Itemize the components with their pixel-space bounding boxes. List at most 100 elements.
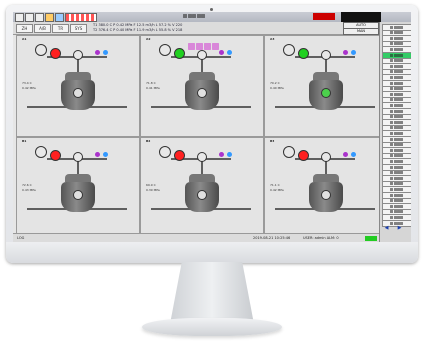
cjk-glyph [400,53,404,57]
valve-icon[interactable] [288,192,295,197]
cjk-glyph [390,109,394,113]
valve-icon[interactable] [30,176,37,181]
cjk-glyph [400,47,404,51]
valve-icon[interactable] [278,176,285,181]
valve-icon[interactable] [47,224,54,229]
cjk-glyph [390,36,394,40]
valve-icon[interactable] [35,184,42,189]
fan-icon[interactable] [73,152,83,162]
toolbar-button-3[interactable]: TR [52,24,69,33]
valve-icon[interactable] [171,122,178,127]
palette-icon[interactable] [45,13,54,22]
mode-button-manual[interactable]: MAN [343,28,379,35]
valve-icon[interactable] [154,176,161,181]
valve-icon[interactable] [295,224,302,229]
valve-icon[interactable] [231,82,238,87]
valve-icon[interactable] [223,122,230,127]
valve-icon[interactable] [231,184,238,189]
print-icon[interactable] [35,13,44,22]
valve-icon[interactable] [273,168,280,173]
vessel-cap [65,72,91,80]
valve-icon[interactable] [47,122,54,127]
valve-icon[interactable] [35,82,42,87]
cjk-glyph [390,103,394,107]
vessel-cap [189,72,215,80]
fan-icon[interactable] [73,50,83,60]
panel-id: A2 [146,37,151,41]
cjk-glyph [390,154,394,158]
fan-icon[interactable] [321,50,331,60]
valve-icon[interactable] [107,194,114,199]
valve-icon[interactable] [347,224,354,229]
cjk-glyph [400,193,404,197]
status-lamp [50,48,61,59]
fan-icon[interactable] [283,44,295,56]
toolbar-button-4[interactable]: SYS [70,24,87,33]
toolbar-button-1[interactable]: ZH [16,24,33,33]
status-dot [103,152,108,157]
valve-icon[interactable] [40,192,47,197]
cjk-glyph [400,92,404,96]
valve-icon[interactable] [164,90,171,95]
vessel-panel: A2 71.8 C 0.41 MPa [140,35,264,137]
valve-icon[interactable] [278,74,285,79]
fan-icon[interactable] [197,50,207,60]
valve-icon[interactable] [107,82,114,87]
cjk-glyph [390,53,394,57]
valve-icon[interactable] [283,184,290,189]
valve-icon[interactable] [99,224,106,229]
temperature-value: 72.6 C [22,183,32,187]
valve-icon[interactable] [355,184,362,189]
vessel-status-lamp [73,190,83,200]
status-dot [343,50,348,55]
valve-icon[interactable] [231,194,238,199]
fan-icon[interactable] [321,152,331,162]
chart-icon[interactable] [55,13,64,22]
fan-icon[interactable] [159,44,171,56]
save-icon[interactable] [25,13,34,22]
cjk-glyph [390,176,394,180]
toolbar-button-2[interactable]: A/B [34,24,51,33]
fan-icon[interactable] [197,152,207,162]
cjk-glyph [390,137,394,141]
valve-icon[interactable] [25,168,32,173]
valve-icon[interactable] [154,74,161,79]
valve-icon[interactable] [149,168,156,173]
fan-icon[interactable] [35,146,47,158]
fan-icon[interactable] [159,146,171,158]
valve-icon[interactable] [347,122,354,127]
valve-icon[interactable] [164,192,171,197]
valve-icon[interactable] [231,92,238,97]
fan-icon[interactable] [283,146,295,158]
vessel-panel: A1 73.4 C 0.42 MPa [16,35,140,137]
valve-icon[interactable] [107,92,114,97]
valve-icon[interactable] [295,122,302,127]
valve-icon[interactable] [355,194,362,199]
panel-id: A3 [270,37,275,41]
valve-icon[interactable] [223,224,230,229]
valve-icon[interactable] [288,90,295,95]
valve-icon[interactable] [283,82,290,87]
valve-icon[interactable] [171,224,178,229]
valve-icon[interactable] [25,66,32,71]
cjk-glyph [390,47,394,51]
pressure-value: 0.39 MPa [146,188,160,192]
app-icon[interactable] [15,13,24,22]
valve-icon[interactable] [99,122,106,127]
window-title [183,13,206,18]
next-page-button[interactable]: ▶ [396,226,403,231]
valve-icon[interactable] [149,66,156,71]
valve-icon[interactable] [159,184,166,189]
valve-icon[interactable] [159,82,166,87]
cjk-glyph [400,42,404,46]
valve-icon[interactable] [40,90,47,95]
valve-icon[interactable] [355,82,362,87]
valve-icon[interactable] [355,92,362,97]
valve-icon[interactable] [273,66,280,71]
prev-page-button[interactable]: ◀ [383,226,390,231]
valve-icon[interactable] [107,184,114,189]
status-line-1: T1 380.0 C P 0.42 MPa F 12.5 m3/h L 57.2… [93,23,183,27]
pressure-value: 0.40 MPa [270,86,284,90]
valve-icon[interactable] [30,74,37,79]
fan-icon[interactable] [35,44,47,56]
